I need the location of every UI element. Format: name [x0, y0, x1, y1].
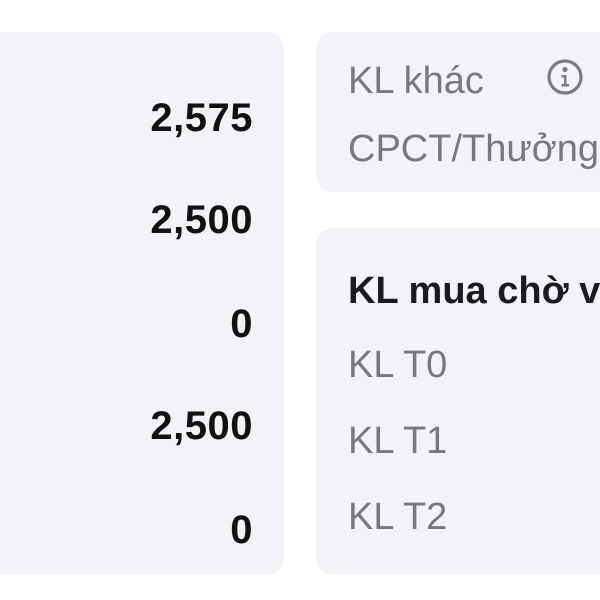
pending-buy-card: KL mua chờ về KL T0 KL T1 KL T2: [316, 228, 600, 574]
screen: 2,575 2,500 0 2,500 0 KL khác CPCT/Thưởn…: [0, 0, 600, 600]
values-card: 2,575 2,500 0 2,500 0: [0, 32, 284, 574]
value-1: 2,575: [150, 96, 253, 140]
other-volume-label: KL khác: [348, 60, 484, 102]
value-4: 2,500: [150, 404, 253, 448]
bonus-share-label: CPCT/Thưởng: [348, 128, 599, 170]
other-volume-card: KL khác CPCT/Thưởng: [316, 32, 600, 192]
info-icon[interactable]: [546, 58, 584, 96]
pending-buy-title: KL mua chờ về: [348, 270, 600, 312]
value-3: 0: [230, 302, 253, 346]
volume-t2-label: KL T2: [348, 496, 448, 538]
value-5: 0: [230, 508, 253, 552]
value-2: 2,500: [150, 198, 253, 242]
volume-t0-label: KL T0: [348, 344, 448, 386]
volume-t1-label: KL T1: [348, 420, 448, 462]
